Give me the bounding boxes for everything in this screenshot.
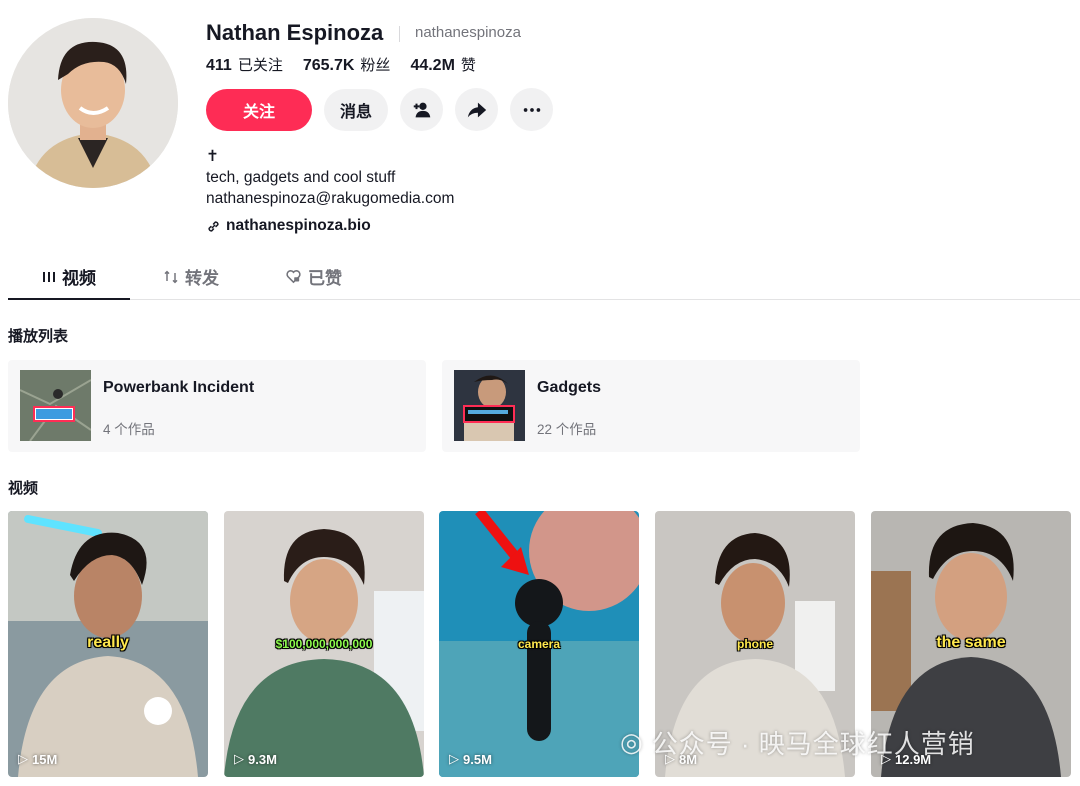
suggest-accounts-button[interactable] [400,88,443,131]
playlist-thumbnail [454,370,525,441]
video-card[interactable]: camera ▷ 9.5M [439,511,639,777]
playlist-thumbnail [20,370,91,441]
view-count: ▷ 9.3M [234,751,277,767]
wechat-icon: ◎ [620,727,644,757]
bio-line: ✝ [206,148,219,165]
stat-value: 765.7K [302,57,355,74]
grid-icon [43,271,55,282]
play-icon: ▷ [234,751,244,766]
profile-link-text: nathanespinoza.bio [226,217,371,234]
repost-icon [164,270,178,283]
tab-label: 视频 [62,269,96,288]
follow-button[interactable]: 关注 [206,88,312,131]
video-caption: $100,000,000,000 [275,637,373,651]
stat-label: 已关注 [237,57,283,74]
video-card[interactable]: $100,000,000,000 ▷ 9.3M [224,511,424,777]
stat-value: 411 [206,57,232,74]
profile-page: Nathan Espinoza nathanespinoza 411 已关注 76… [0,0,1080,786]
profile-tabs: 视频 转发 已赞 [8,262,1080,300]
bio-line: tech, gadgets and cool stuff [206,169,396,186]
video-caption: phone [737,637,773,651]
watermark-text: 公众号 · 映马全球红人营销 [651,729,975,759]
tab-label: 已赞 [308,269,342,288]
video-caption: really [87,634,129,651]
profile-bio: ✝ tech, gadgets and cool stuff nathanesp… [206,146,454,209]
tab-reposts[interactable]: 转发 [163,264,219,289]
playlist-card[interactable]: Powerbank Incident 4 个作品 [8,360,426,452]
videos-heading: 视频 [8,480,39,497]
view-count-value: 9.5M [463,751,492,767]
stat-following[interactable]: 411 已关注 [206,54,283,75]
watermark: ◎ 公众号 · 映马全球红人营销 [620,724,975,761]
profile-avatar[interactable] [8,18,178,188]
link-icon [208,220,219,232]
video-caption: camera [517,637,561,651]
active-tab-indicator [8,298,130,300]
play-icon: ▷ [18,751,28,766]
name-divider [399,26,400,42]
video-card[interactable]: really ▷ 15M [8,511,208,777]
view-count: ▷ 9.5M [449,751,492,767]
stat-label: 粉丝 [360,57,391,74]
video-caption: the same [936,634,1006,651]
more-icon [523,107,540,112]
view-count-value: 15M [32,751,58,767]
profile-actions: 关注 消息 [206,88,553,131]
share-button[interactable] [455,88,498,131]
more-options-button[interactable] [510,88,553,131]
view-count-value: 9.3M [248,751,277,767]
message-button[interactable]: 消息 [324,88,388,131]
share-arrow-icon [467,102,486,117]
playlist-count: 4 个作品 [103,422,155,437]
playlist-title: Gadgets [537,379,602,396]
add-user-icon [413,102,430,117]
stat-followers[interactable]: 765.7K 粉丝 [303,54,391,75]
bio-line: nathanespinoza@rakugomedia.com [206,190,455,207]
stat-value: 44.2M [410,57,455,74]
profile-name: Nathan Espinoza [206,20,384,45]
liked-heart-icon [286,270,301,284]
profile-link[interactable]: nathanespinoza.bio [206,217,371,235]
playlists-heading: 播放列表 [8,328,69,345]
view-count: ▷ 15M [18,751,57,767]
tab-liked[interactable]: 已赞 [285,264,342,289]
play-icon: ▷ [449,751,459,766]
profile-handle: nathanespinoza [415,24,521,41]
tab-videos[interactable]: 视频 [42,264,96,289]
stat-likes: 44.2M 赞 [410,54,475,75]
tab-label: 转发 [185,269,219,288]
playlist-count: 22 个作品 [537,422,597,437]
playlist-card[interactable]: Gadgets 22 个作品 [442,360,860,452]
playlist-title: Powerbank Incident [103,379,255,396]
profile-stats: 411 已关注 765.7K 粉丝 44.2M 赞 [206,54,496,75]
stat-label: 赞 [460,57,476,74]
